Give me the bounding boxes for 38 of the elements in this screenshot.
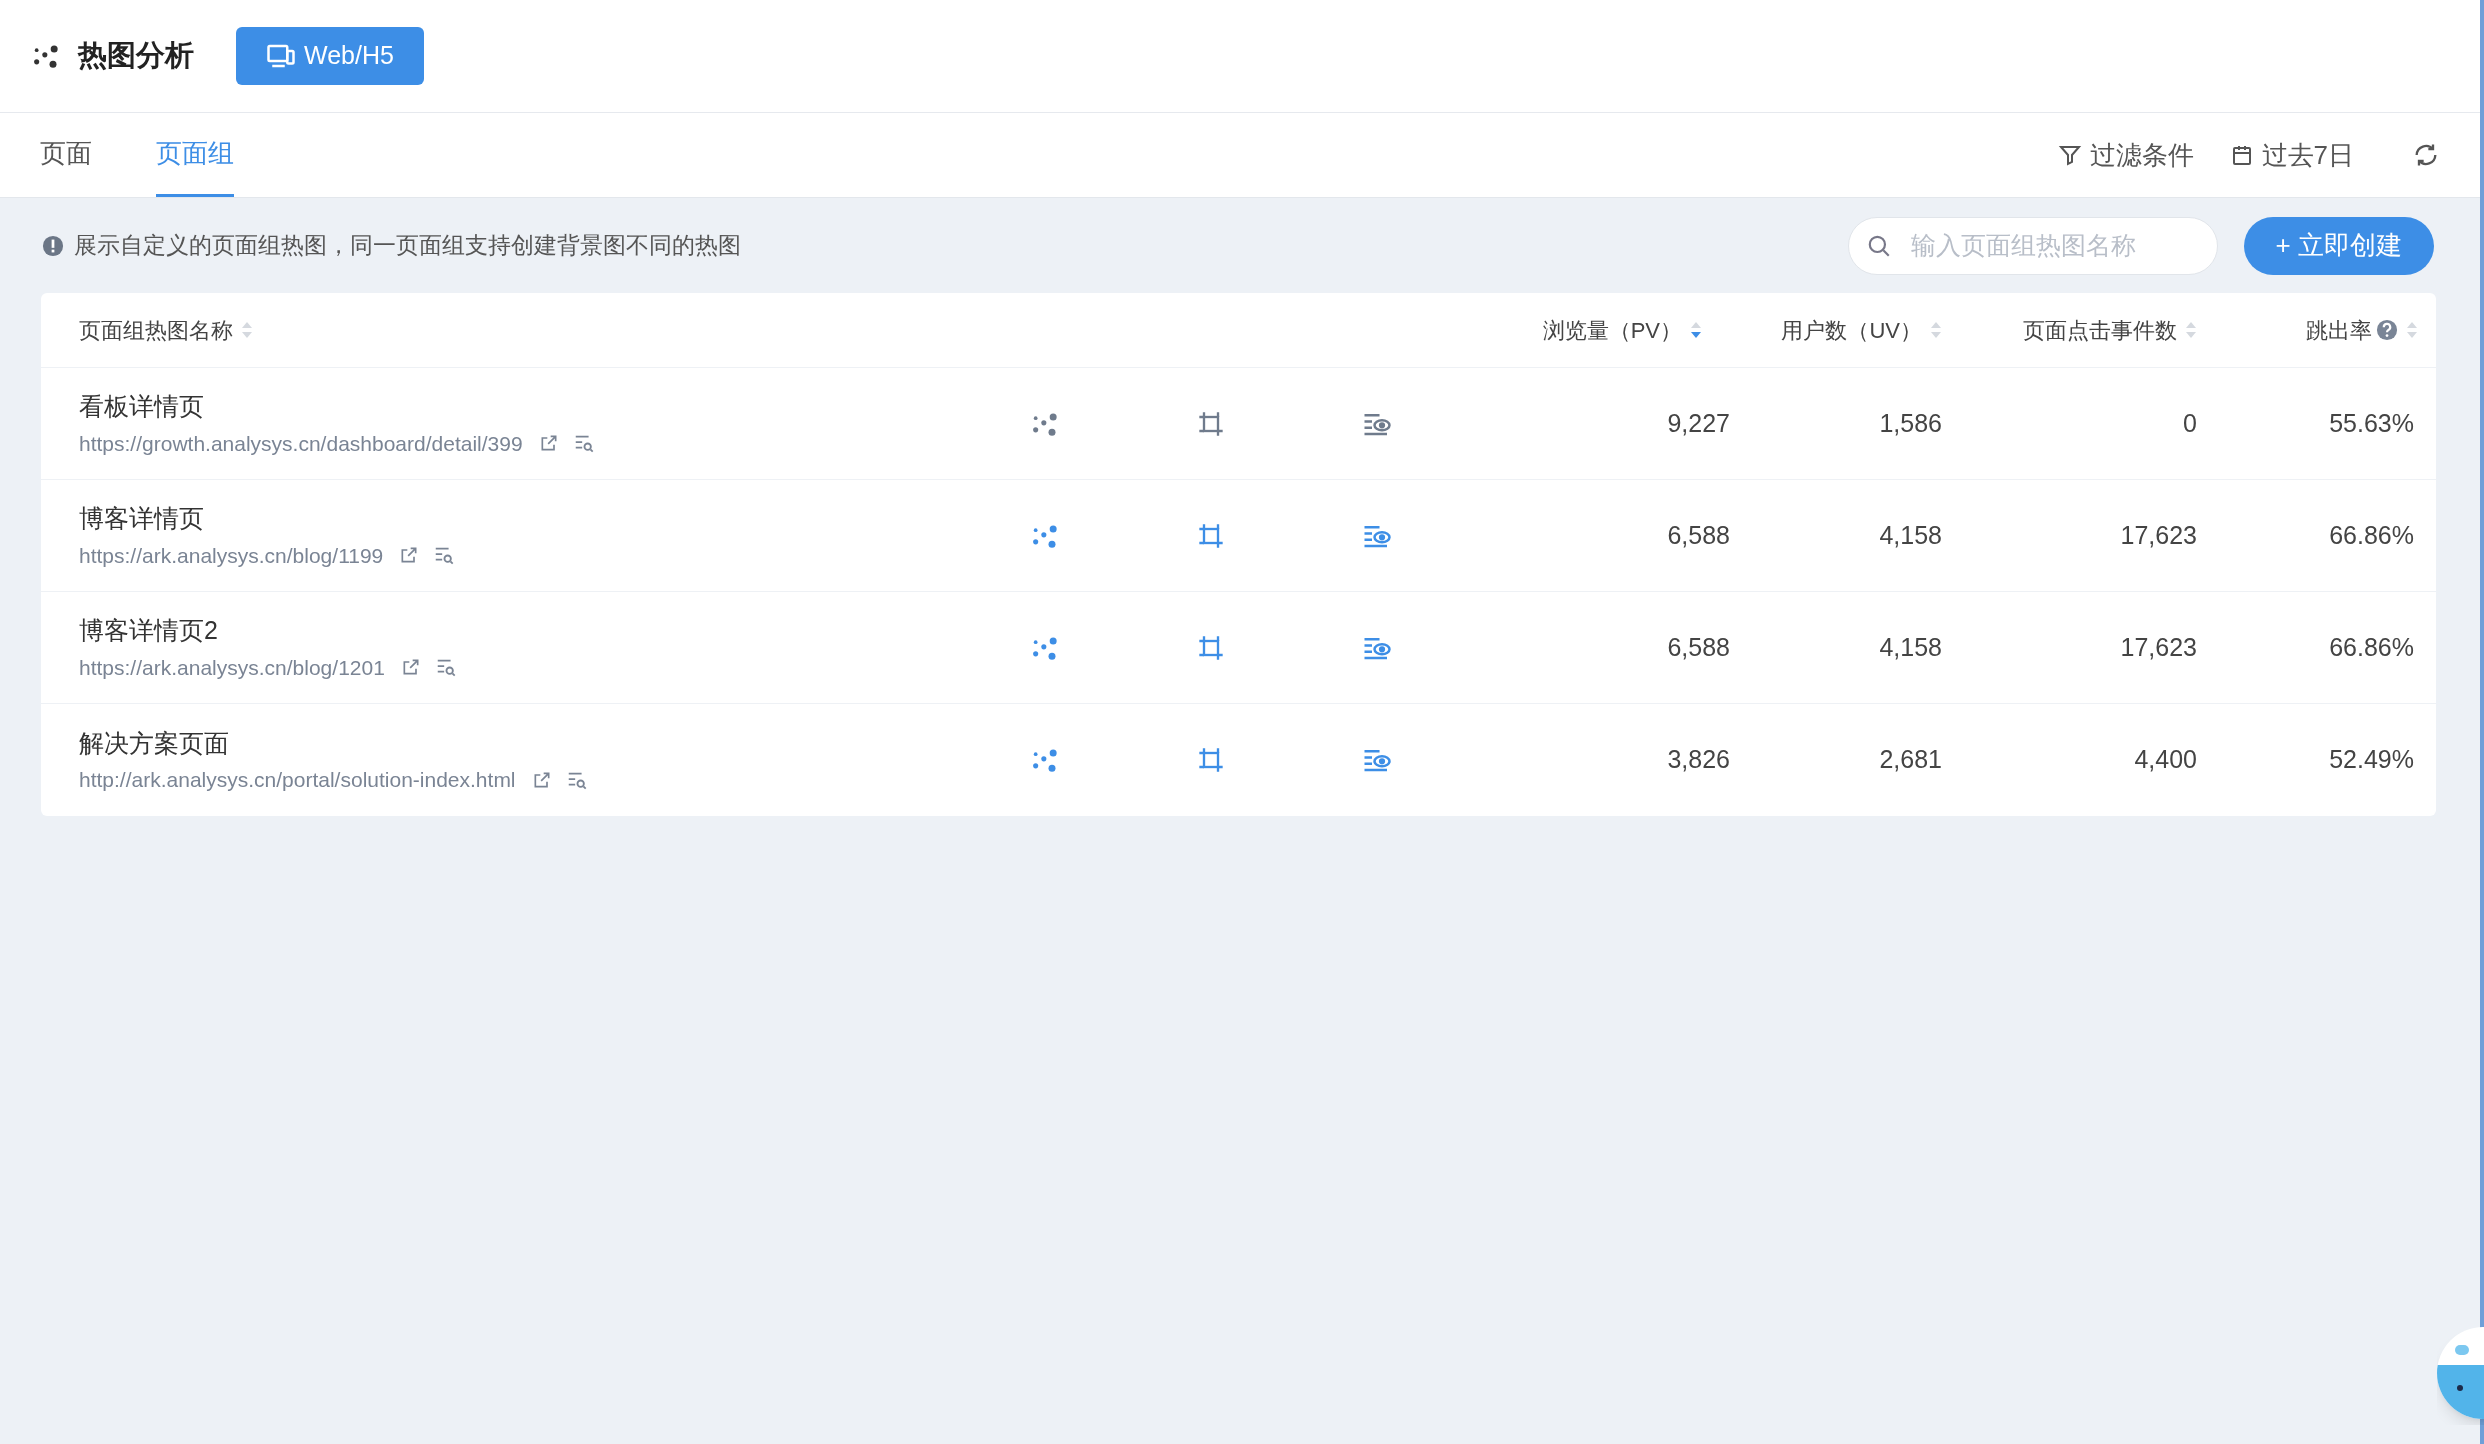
- table-cell-text: 66.86%: [2329, 519, 2414, 551]
- app-title: 热图分析: [78, 38, 194, 74]
- table-cell-text: 4,400: [2134, 744, 2197, 776]
- table-cell-text: 4,158: [1879, 519, 1942, 551]
- column-header: 页面点击事件数: [2023, 316, 2177, 345]
- table-cell-text: 4,158: [1879, 631, 1942, 663]
- info-text: 展示自定义的页面组热图，同一页面组支持创建背景图不同的热图: [74, 231, 741, 261]
- table-cell-text: 1,586: [1879, 407, 1942, 439]
- sort-icon[interactable]: [1690, 320, 1702, 340]
- column-header: 跳出率: [2306, 316, 2372, 345]
- table-cell-text: 3,826: [1667, 744, 1730, 776]
- page-url: https://ark.analysys.cn/blog/1201: [79, 654, 385, 681]
- filter-button[interactable]: 过滤条件: [2057, 135, 2194, 175]
- table-cell-text: 52.49%: [2329, 744, 2414, 776]
- page-url: https://ark.analysys.cn/blog/1199: [79, 542, 384, 569]
- table-cell-text: 2,681: [1879, 744, 1942, 776]
- search-field[interactable]: 输入页面组热图名称: [1847, 216, 2218, 275]
- table-cell-text: 0: [2183, 407, 2197, 439]
- date-range-button[interactable]: 过去7日: [2229, 135, 2354, 175]
- page-url: https://growth.analysys.cn/dashboard/detail/399: [79, 430, 523, 457]
- info-icon: [42, 234, 64, 257]
- table-cell-text: 55.63%: [2329, 407, 2414, 439]
- column-header: 页面组热图名称: [79, 316, 233, 345]
- page-url: http://ark.analysys.cn/portal/solution-index.html: [79, 767, 516, 793]
- column-header: 用户数（UV）: [1781, 316, 1922, 345]
- table-cell-text: 17,623: [2120, 519, 2197, 551]
- table-cell-text: 17,623: [2120, 631, 2197, 663]
- page-group-name: 博客详情页: [79, 503, 205, 534]
- table-cell-text: 66.86%: [2329, 631, 2414, 663]
- table-cell-text: 9,227: [1667, 407, 1730, 439]
- page-group-name: 解决方案页面: [79, 727, 230, 759]
- page-group-name: 博客详情页2: [79, 615, 219, 646]
- column-header: 浏览量（PV）: [1542, 316, 1682, 345]
- table-cell-text: 6,588: [1667, 631, 1730, 663]
- tab[interactable]: 页面: [40, 113, 92, 197]
- page-group-name: 看板详情页: [79, 391, 205, 422]
- table-cell-text: 6,588: [1667, 519, 1730, 551]
- filter-icon: [2057, 143, 2082, 167]
